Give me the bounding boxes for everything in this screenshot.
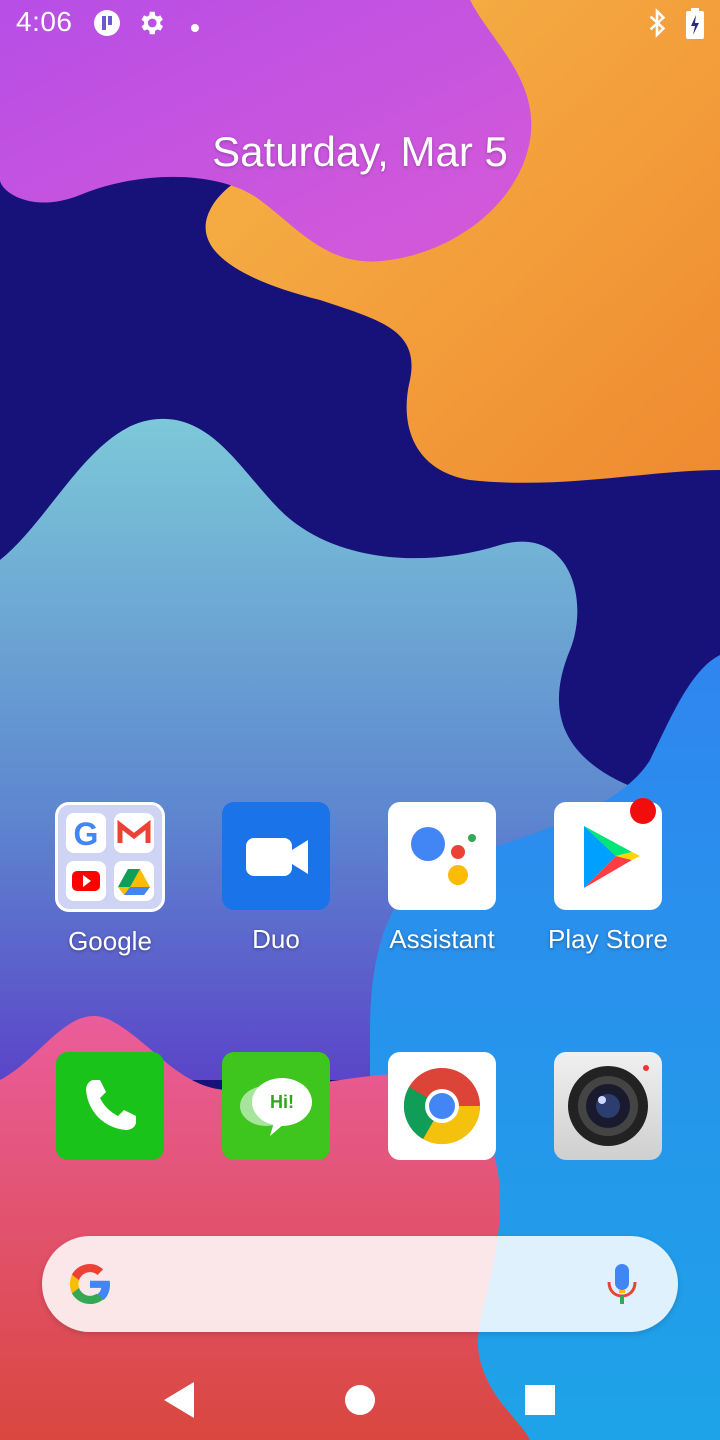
- messages-icon: Hi!: [222, 1052, 330, 1160]
- signal-app-icon: [92, 8, 122, 43]
- app-label: Google: [68, 926, 152, 956]
- svg-text:G: G: [74, 816, 99, 852]
- google-search-bar[interactable]: [42, 1236, 678, 1332]
- phone-icon: [56, 1052, 164, 1160]
- app-duo[interactable]: Duo: [206, 802, 346, 955]
- microphone-icon[interactable]: [602, 1260, 642, 1313]
- date-widget[interactable]: Saturday, Mar 5: [0, 128, 720, 176]
- app-play-store[interactable]: Play Store: [538, 798, 678, 955]
- duo-icon: [222, 802, 330, 910]
- app-label: Play Store: [548, 924, 668, 954]
- app-camera[interactable]: [538, 1052, 678, 1160]
- recents-icon[interactable]: [510, 1370, 570, 1430]
- home-icon[interactable]: [330, 1370, 390, 1430]
- battery-charging-icon: [684, 8, 706, 45]
- google-g-icon: [66, 1260, 114, 1313]
- play-store-icon: [554, 798, 662, 910]
- messages-icon-text: Hi!: [270, 1092, 294, 1112]
- status-time: 4:06: [16, 6, 73, 37]
- bluetooth-icon: [644, 8, 670, 43]
- app-assistant[interactable]: Assistant: [372, 802, 512, 955]
- wallpaper: [0, 0, 720, 1440]
- dot-icon: [190, 20, 200, 38]
- app-chrome[interactable]: [372, 1052, 512, 1160]
- app-messages[interactable]: Hi!: [206, 1052, 346, 1160]
- google-folder-icon: G: [55, 802, 165, 912]
- app-label: Assistant: [389, 924, 495, 954]
- back-icon[interactable]: [150, 1370, 210, 1430]
- assistant-icon: [388, 802, 496, 910]
- notification-badge: [630, 798, 656, 824]
- camera-icon: [554, 1052, 662, 1160]
- app-label: Duo: [252, 924, 300, 954]
- app-google-folder[interactable]: G Google: [40, 802, 180, 957]
- settings-gear-icon: [136, 8, 166, 43]
- navigation-bar: [0, 1350, 720, 1440]
- status-bar: 4:06: [0, 0, 720, 50]
- app-phone[interactable]: [40, 1052, 180, 1160]
- chrome-icon: [388, 1052, 496, 1160]
